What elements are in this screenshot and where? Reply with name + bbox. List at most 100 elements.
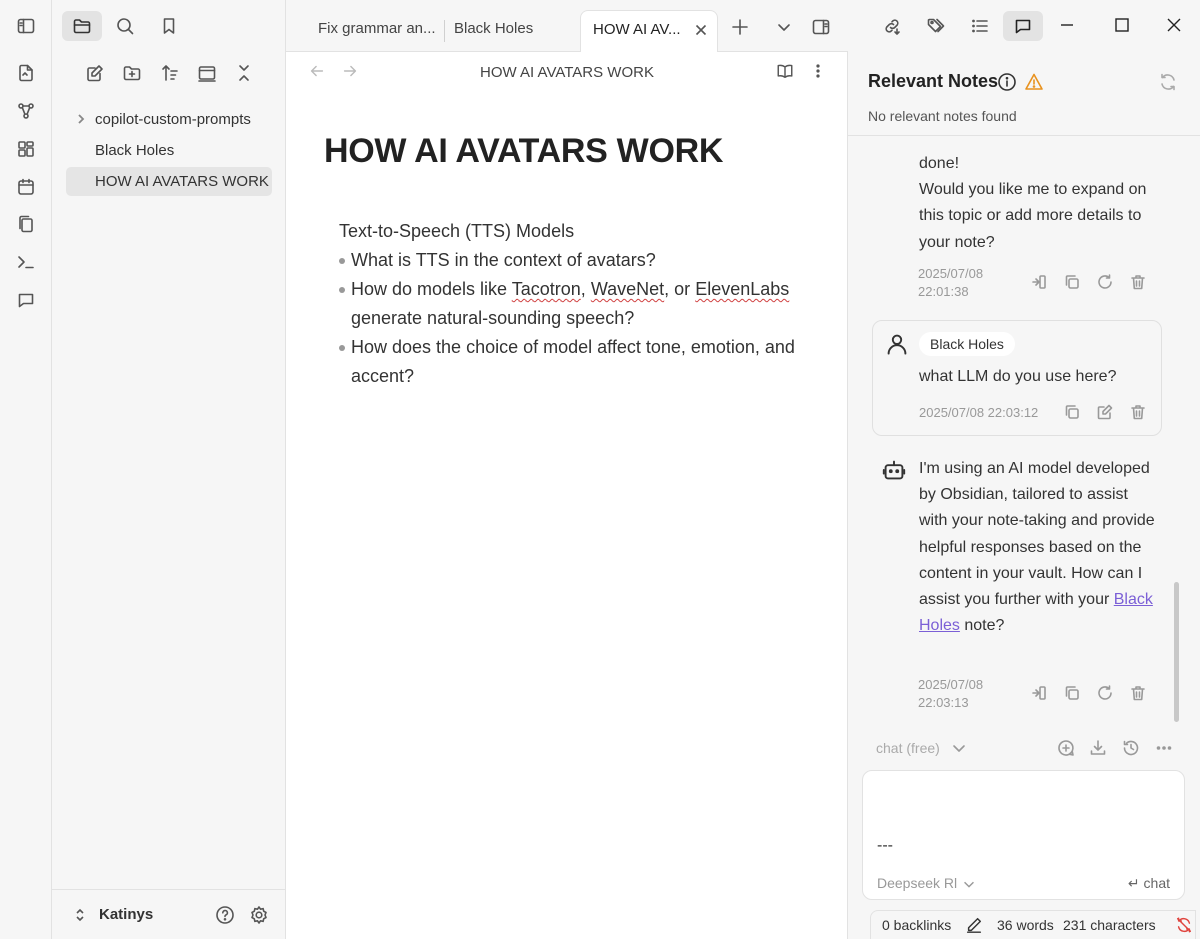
settings-gear-icon[interactable] (249, 905, 269, 925)
canvas-icon[interactable] (16, 139, 36, 159)
new-chat-icon[interactable] (1057, 739, 1075, 757)
misspelled-word: ElevenLabs (695, 279, 790, 299)
new-tab-icon[interactable] (730, 17, 750, 37)
chevron-down-icon[interactable] (950, 739, 968, 757)
copy-icon[interactable] (1063, 403, 1081, 421)
collapse-all-icon[interactable] (234, 63, 254, 83)
list-item-text: How do models like (351, 279, 512, 299)
search-tab[interactable] (105, 11, 145, 41)
chat-input-text[interactable]: --- (877, 837, 893, 855)
list-item-text: How does the choice of model affect tone… (351, 337, 795, 386)
templates-icon[interactable] (16, 214, 36, 234)
minimize-window-icon[interactable] (1058, 16, 1076, 34)
list-item-text: What is TTS in the context of avatars? (351, 250, 656, 270)
tree-file-how-ai-avatars-work[interactable]: HOW AI AVATARS WORK (66, 167, 272, 196)
more-options-icon[interactable] (1155, 739, 1173, 757)
right-sidebar-toggle-icon[interactable] (811, 17, 831, 37)
user-avatar-icon (885, 332, 909, 356)
open-quick-switcher-icon[interactable] (16, 63, 36, 83)
tab-black-holes[interactable]: Black Holes (442, 10, 562, 52)
vault-footer: Katinys (52, 889, 286, 939)
bot-avatar-icon (882, 458, 906, 482)
note-title[interactable]: HOW AI AVATARS WORK (324, 132, 723, 171)
file-explorer-sidebar: copilot-custom-prompts Black Holes HOW A… (52, 0, 286, 939)
copy-icon[interactable] (1063, 273, 1081, 291)
bookmarks-tab[interactable] (149, 11, 189, 41)
chat-bubble-icon (1013, 16, 1033, 36)
vault-name[interactable]: Katinys (99, 906, 153, 923)
tab-label: HOW AI AV... (593, 21, 681, 38)
regenerate-icon[interactable] (1096, 273, 1114, 291)
refresh-icon[interactable] (1158, 72, 1178, 92)
chat-icon[interactable] (16, 290, 36, 310)
sort-icon[interactable] (160, 63, 180, 83)
maximize-window-icon[interactable] (1113, 16, 1131, 34)
model-selector[interactable]: Deepseek Rl (877, 875, 977, 892)
new-folder-icon[interactable] (122, 63, 142, 83)
auto-reveal-icon[interactable] (197, 63, 217, 83)
tree-item-label: copilot-custom-prompts (95, 111, 251, 128)
tab-label: Fix grammar an... (318, 20, 436, 37)
user-message-card: Black Holes what LLM do you use here? 20… (872, 320, 1162, 436)
ribbon (0, 0, 52, 939)
info-icon[interactable] (997, 72, 1017, 92)
chat-messages: done! Would you like me to expand on thi… (848, 136, 1188, 726)
graph-view-icon[interactable] (16, 101, 36, 121)
list-item: What is TTS in the context of avatars? (339, 246, 809, 275)
linked-mentions-icon[interactable] (882, 16, 902, 36)
insert-to-note-icon[interactable] (1030, 684, 1048, 702)
delete-trash-icon[interactable] (1129, 273, 1147, 291)
chat-scrollbar[interactable] (1174, 582, 1179, 722)
tab-fix-grammar[interactable]: Fix grammar an... (306, 10, 444, 52)
editor-view-title[interactable]: HOW AI AVATARS WORK (286, 64, 848, 81)
edit-icon[interactable] (1096, 403, 1114, 421)
close-window-icon[interactable] (1165, 16, 1183, 34)
delete-trash-icon[interactable] (1129, 403, 1147, 421)
tab-how-ai-avatars-work[interactable]: HOW AI AV... (580, 10, 718, 52)
misspelled-word: WaveNet (590, 279, 665, 299)
sync-error-icon[interactable] (1175, 916, 1193, 934)
send-chat-button[interactable]: ↵ chat (1128, 875, 1170, 892)
search-icon (115, 16, 135, 36)
bullet-list: What is TTS in the context of avatars? H… (339, 246, 809, 391)
user-message-text: what LLM do you use here? (919, 368, 1117, 385)
context-note-chip[interactable]: Black Holes (919, 332, 1015, 356)
more-options-icon[interactable] (809, 62, 827, 80)
delete-trash-icon[interactable] (1129, 684, 1147, 702)
sidebar-tab-header (52, 0, 286, 52)
copilot-chat-tab[interactable] (1003, 11, 1043, 41)
tab-list-chevron-down-icon[interactable] (774, 17, 794, 37)
copy-icon[interactable] (1063, 684, 1081, 702)
tree-file-black-holes[interactable]: Black Holes (66, 136, 272, 165)
insert-to-note-icon[interactable] (1030, 273, 1048, 291)
warning-icon[interactable] (1024, 72, 1044, 92)
editor-pane: HOW AI AVATARS WORK HOW AI AVATARS WORK … (286, 52, 848, 939)
daily-note-icon[interactable] (16, 177, 36, 197)
tree-folder-copilot-custom-prompts[interactable]: copilot-custom-prompts (66, 105, 272, 134)
close-tab-icon[interactable] (693, 22, 709, 38)
help-icon[interactable] (215, 905, 235, 925)
backlinks-count[interactable]: 0 backlinks (882, 917, 951, 933)
chat-input-box[interactable]: --- Deepseek Rl ↵ chat (862, 770, 1185, 900)
relevant-notes-header: Relevant Notes No relevant notes found (848, 52, 1200, 136)
regenerate-icon[interactable] (1096, 684, 1114, 702)
file-explorer-tab[interactable] (62, 11, 102, 41)
vault-switcher-icon[interactable] (72, 907, 88, 923)
chat-history-icon[interactable] (1122, 739, 1140, 757)
chat-mode-select[interactable]: chat (free) (876, 740, 940, 756)
new-note-icon[interactable] (85, 63, 105, 83)
save-chat-download-icon[interactable] (1089, 739, 1107, 757)
note-body[interactable]: Text-to-Speech (TTS) Models What is TTS … (339, 217, 809, 391)
command-palette-icon[interactable] (16, 252, 36, 272)
editing-mode-pencil-icon[interactable] (965, 916, 983, 934)
tags-icon[interactable] (926, 16, 946, 36)
list-item: How does the choice of model affect tone… (339, 333, 809, 391)
tab-bar: Fix grammar an... Black Holes HOW AI AV.… (286, 0, 848, 52)
copilot-pane: Relevant Notes No relevant notes found d… (848, 0, 1200, 939)
reading-view-book-icon[interactable] (776, 62, 794, 80)
right-pane-header (848, 0, 1200, 52)
character-count: 231 characters (1063, 917, 1156, 933)
outline-list-icon[interactable] (970, 16, 990, 36)
message-timestamp-date: 2025/07/08 (918, 266, 984, 281)
sidebar-toggle-icon[interactable] (16, 16, 36, 36)
